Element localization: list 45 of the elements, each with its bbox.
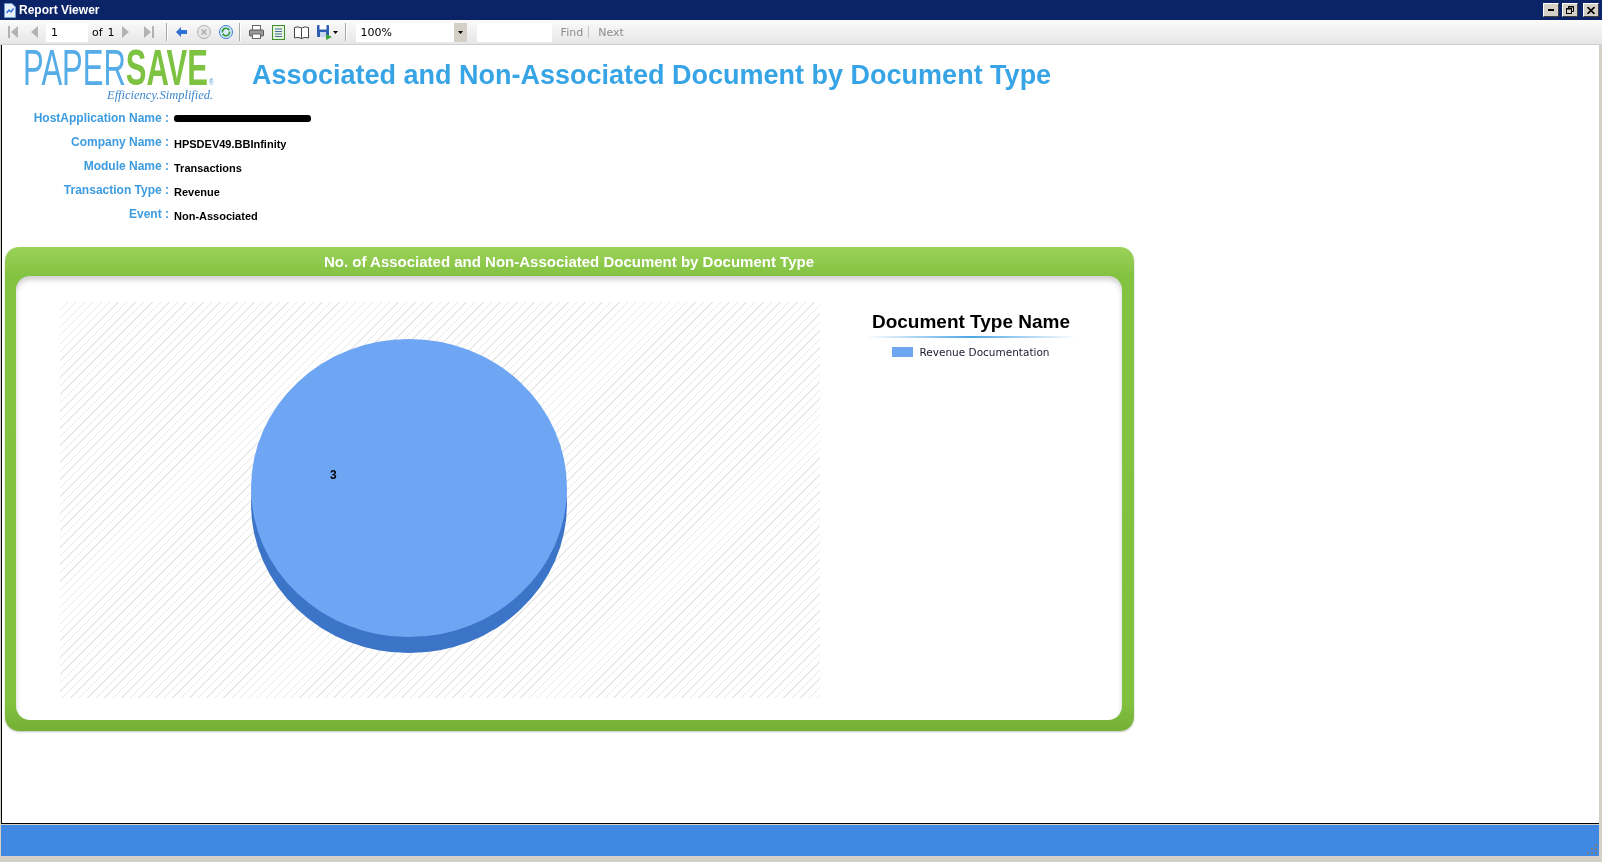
close-icon	[1587, 6, 1595, 14]
field-label: HostApplication Name :	[33, 111, 169, 125]
report-icon	[4, 2, 16, 18]
field-value: Revenue	[174, 186, 220, 198]
printer-icon	[248, 25, 264, 39]
refresh-button[interactable]	[216, 23, 235, 41]
page-indicator-text: 1	[107, 25, 115, 39]
export-button[interactable]	[314, 22, 340, 42]
zoom-dropdown[interactable]: 100%	[355, 22, 467, 42]
triangle-right-icon	[121, 26, 129, 38]
legend-title: Document Type Name	[871, 311, 1071, 333]
field-label: Module Name :	[83, 159, 169, 173]
field-label: Transaction Type :	[63, 183, 169, 197]
caret-icon	[332, 30, 338, 34]
print-button[interactable]	[246, 23, 266, 41]
refresh-icon	[218, 25, 233, 39]
report-title: Associated and Non-Associated Document by Document Type	[252, 60, 1052, 91]
field-label: Event :	[129, 207, 169, 221]
field-label: Company Name :	[70, 135, 169, 149]
arrow-left-icon	[175, 27, 187, 37]
find-field[interactable]	[476, 22, 552, 42]
triangle-left-icon	[31, 26, 38, 38]
skip-end-icon	[143, 26, 154, 38]
skip-start-icon	[8, 26, 18, 38]
close-button[interactable]	[1583, 3, 1599, 17]
field-value: Non-Associated	[174, 210, 258, 222]
page-indicator-text: of	[92, 25, 103, 39]
minimize-icon	[1548, 9, 1554, 11]
chart-title: No. of Associated and Non-Associated Document by Document Type	[323, 253, 815, 270]
resize-grip-icon	[1587, 844, 1597, 854]
field-value: HPSDEV49.BBInfinity	[174, 138, 287, 150]
page-setup-button[interactable]	[269, 22, 287, 42]
logo-tagline: Efficiency.Simplified.	[107, 88, 214, 102]
print-layout-button[interactable]	[291, 23, 311, 41]
minimize-button[interactable]	[1543, 3, 1559, 17]
window-title: Report Viewer	[19, 3, 101, 17]
restore-button[interactable]	[1562, 3, 1578, 17]
restore-icon	[1566, 6, 1574, 14]
circle-x-icon	[196, 25, 211, 39]
legend-label: Revenue Documentation	[919, 346, 1050, 358]
open-book-icon	[293, 25, 309, 39]
data-label: 3	[330, 468, 337, 482]
page-number-field[interactable]: 1	[46, 22, 88, 42]
field-value: Transactions	[174, 162, 242, 174]
document-icon	[271, 24, 285, 40]
